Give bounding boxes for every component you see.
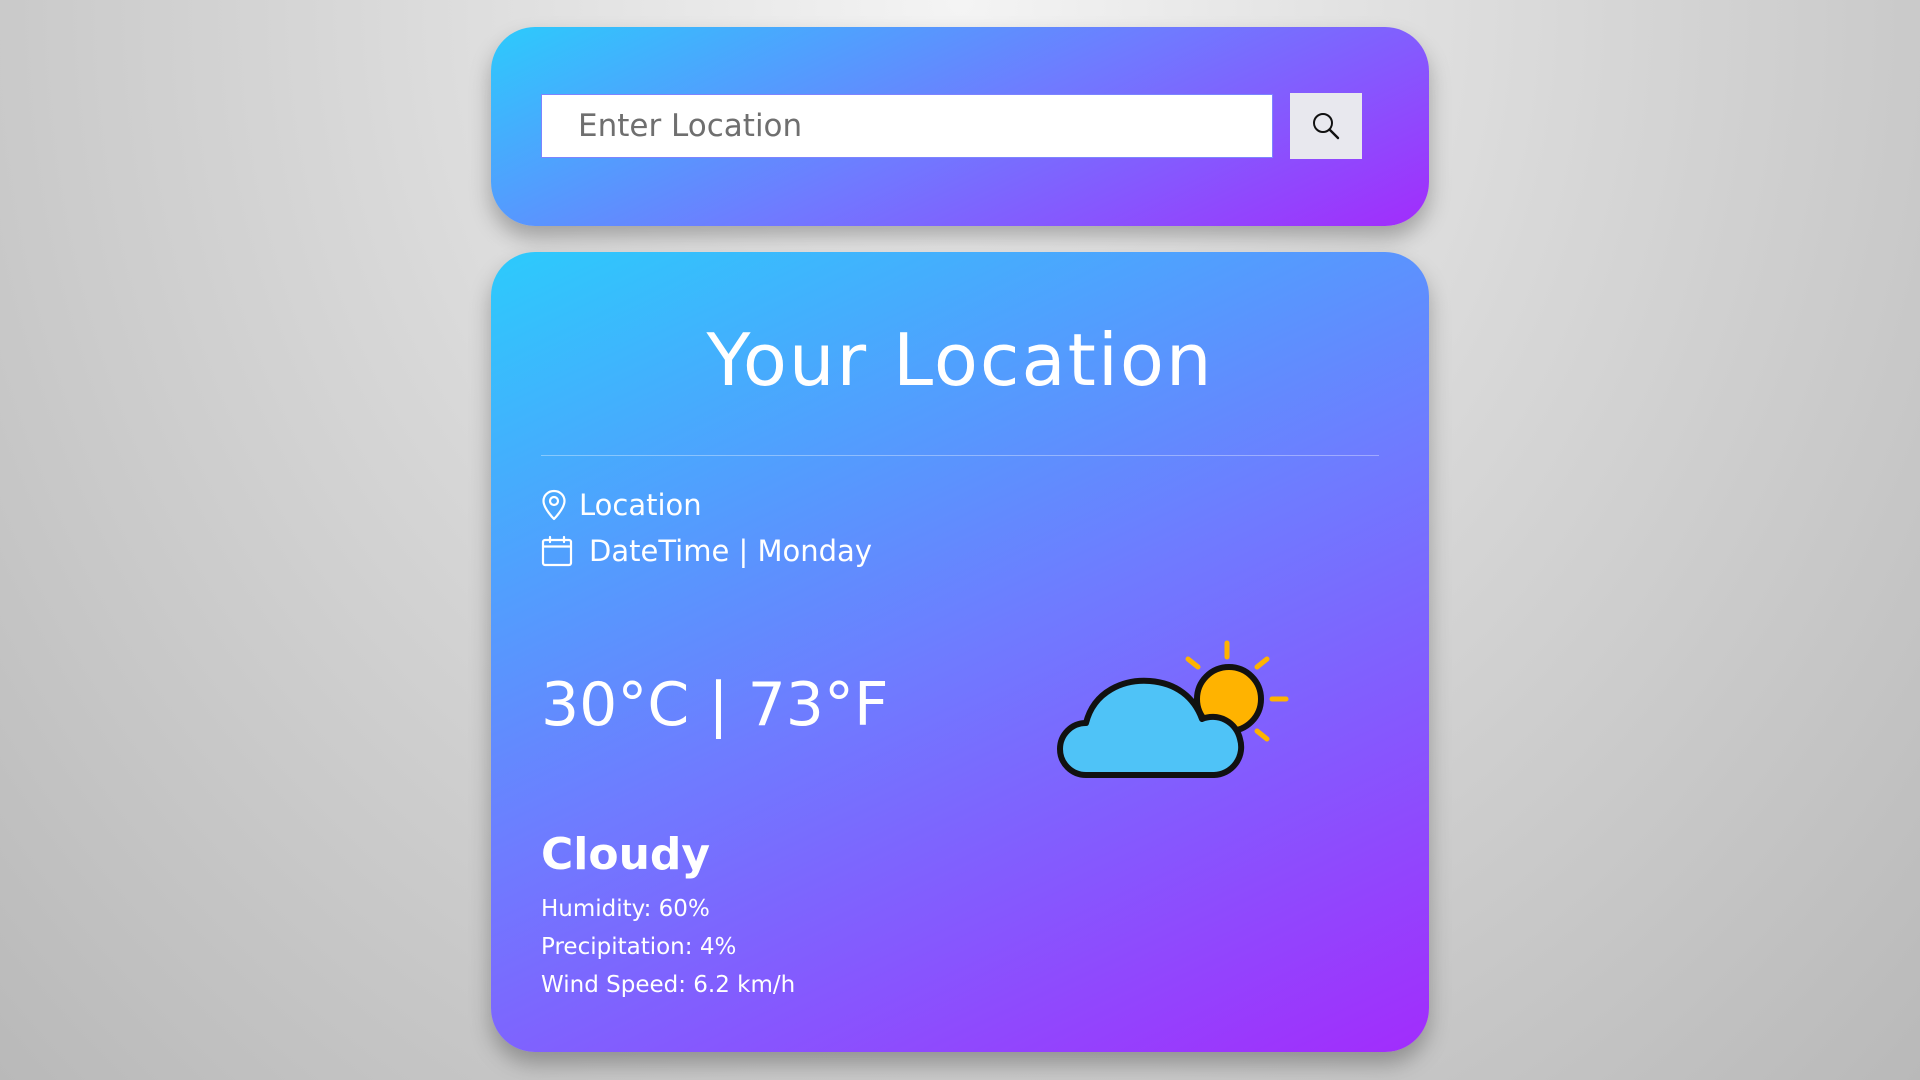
datetime-row: DateTime | Monday bbox=[541, 534, 872, 568]
humidity-value: Humidity: 60% bbox=[541, 896, 710, 922]
weather-condition: Cloudy bbox=[541, 829, 711, 880]
search-button[interactable] bbox=[1290, 93, 1362, 159]
location-label: Location bbox=[579, 488, 702, 522]
weather-card: Your Location Location DateTime | Monday… bbox=[491, 252, 1429, 1052]
page-title: Your Location bbox=[706, 318, 1214, 402]
search-card bbox=[491, 27, 1429, 226]
location-pin-icon bbox=[542, 489, 566, 521]
location-row: Location bbox=[541, 488, 702, 522]
temperature: 30°C | 73°F bbox=[541, 670, 889, 740]
datetime-label: DateTime | Monday bbox=[589, 534, 872, 568]
location-search-input[interactable] bbox=[541, 94, 1273, 158]
precipitation-value: Precipitation: 4% bbox=[541, 934, 737, 960]
calendar-icon bbox=[541, 535, 573, 567]
search-icon bbox=[1313, 113, 1340, 140]
divider bbox=[541, 455, 1379, 456]
partly-cloudy-icon bbox=[1057, 640, 1289, 778]
wind-speed-value: Wind Speed: 6.2 km/h bbox=[541, 972, 796, 998]
